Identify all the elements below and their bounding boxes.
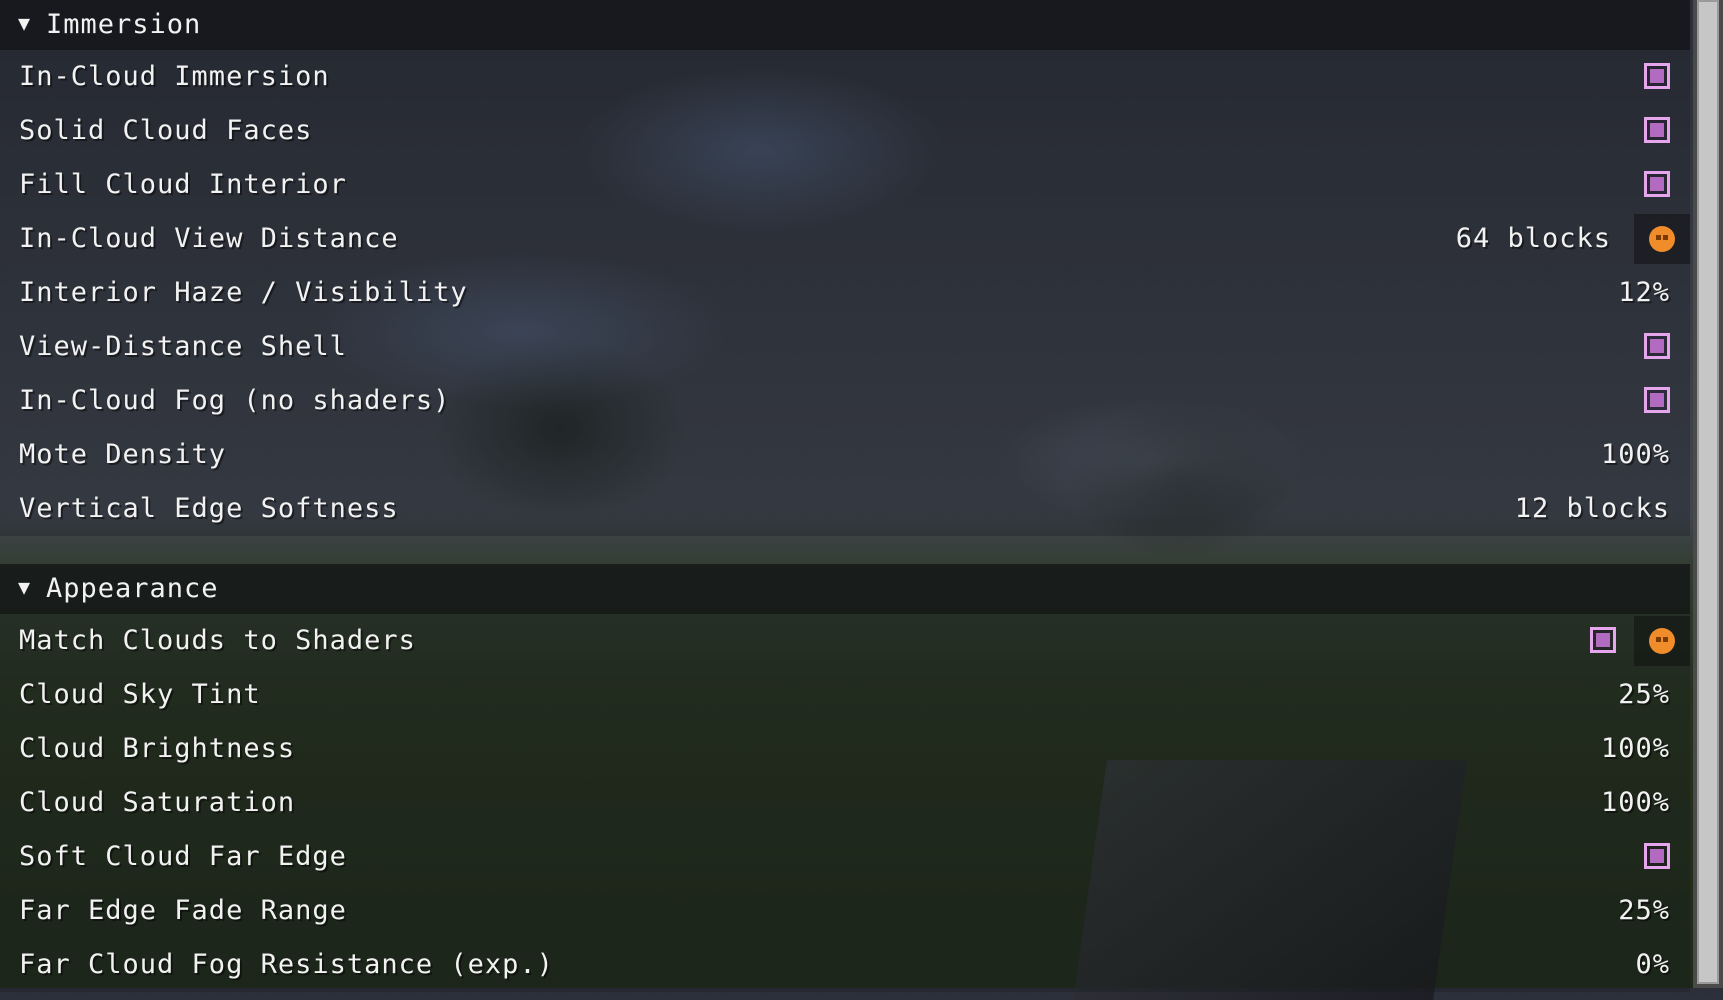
scrollbar-thumb[interactable] <box>1697 0 1719 984</box>
setting-label: In-Cloud Fog (no shaders) <box>19 385 451 416</box>
setting-checkbox[interactable] <box>1644 843 1670 869</box>
reset-button[interactable] <box>1634 214 1690 264</box>
setting-value[interactable]: 12% <box>1618 277 1670 308</box>
setting-label: Far Cloud Fog Resistance (exp.) <box>19 949 554 980</box>
setting-checkbox[interactable] <box>1590 627 1616 653</box>
setting-label: View-Distance Shell <box>19 331 347 362</box>
section-header-immersion[interactable]: ▼ Immersion <box>0 0 1690 50</box>
setting-label: Vertical Edge Softness <box>19 493 399 524</box>
reset-icon <box>1649 226 1675 252</box>
settings-list: ▼ Immersion In-Cloud Immersion Solid Clo… <box>0 0 1690 992</box>
setting-checkbox[interactable] <box>1644 333 1670 359</box>
setting-row-in-cloud-view-distance[interactable]: In-Cloud View Distance 64 blocks <box>0 212 1690 266</box>
setting-label: Cloud Saturation <box>19 787 296 818</box>
setting-row-far-cloud-fog-resistance[interactable]: Far Cloud Fog Resistance (exp.) 0% <box>0 938 1690 992</box>
setting-row-in-cloud-immersion[interactable]: In-Cloud Immersion <box>0 50 1690 104</box>
setting-row-soft-cloud-far-edge[interactable]: Soft Cloud Far Edge <box>0 830 1690 884</box>
setting-label: Far Edge Fade Range <box>19 895 347 926</box>
setting-label: Cloud Sky Tint <box>19 679 261 710</box>
setting-label: In-Cloud View Distance <box>19 223 399 254</box>
setting-label: Match Clouds to Shaders <box>19 625 416 656</box>
setting-value[interactable]: 64 blocks <box>1456 223 1611 254</box>
setting-value[interactable]: 12 blocks <box>1515 493 1670 524</box>
setting-row-solid-cloud-faces[interactable]: Solid Cloud Faces <box>0 104 1690 158</box>
section-title: Immersion <box>46 9 202 40</box>
setting-value[interactable]: 100% <box>1601 787 1670 818</box>
setting-row-fill-cloud-interior[interactable]: Fill Cloud Interior <box>0 158 1690 212</box>
setting-label: Solid Cloud Faces <box>19 115 313 146</box>
scrollbar-track[interactable] <box>1693 0 1723 988</box>
reset-button[interactable] <box>1634 616 1690 666</box>
setting-row-interior-haze[interactable]: Interior Haze / Visibility 12% <box>0 266 1690 320</box>
setting-row-cloud-sky-tint[interactable]: Cloud Sky Tint 25% <box>0 668 1690 722</box>
setting-label: Soft Cloud Far Edge <box>19 841 347 872</box>
setting-label: Fill Cloud Interior <box>19 169 347 200</box>
setting-value[interactable]: 100% <box>1601 439 1670 470</box>
setting-row-view-distance-shell[interactable]: View-Distance Shell <box>0 320 1690 374</box>
triangle-down-icon: ▼ <box>18 11 31 35</box>
setting-label: Interior Haze / Visibility <box>19 277 468 308</box>
setting-row-in-cloud-fog[interactable]: In-Cloud Fog (no shaders) <box>0 374 1690 428</box>
triangle-down-icon: ▼ <box>18 575 31 599</box>
setting-value[interactable]: 100% <box>1601 733 1670 764</box>
setting-checkbox[interactable] <box>1644 63 1670 89</box>
setting-value[interactable]: 0% <box>1635 949 1670 980</box>
setting-label: Cloud Brightness <box>19 733 296 764</box>
setting-checkbox[interactable] <box>1644 171 1670 197</box>
setting-checkbox[interactable] <box>1644 117 1670 143</box>
setting-row-mote-density[interactable]: Mote Density 100% <box>0 428 1690 482</box>
setting-value[interactable]: 25% <box>1618 895 1670 926</box>
section-header-appearance[interactable]: ▼ Appearance <box>0 564 1690 614</box>
reset-icon <box>1649 628 1675 654</box>
setting-row-vertical-edge-softness[interactable]: Vertical Edge Softness 12 blocks <box>0 482 1690 536</box>
setting-value[interactable]: 25% <box>1618 679 1670 710</box>
setting-label: In-Cloud Immersion <box>19 61 330 92</box>
setting-checkbox[interactable] <box>1644 387 1670 413</box>
setting-row-cloud-brightness[interactable]: Cloud Brightness 100% <box>0 722 1690 776</box>
setting-row-far-edge-fade-range[interactable]: Far Edge Fade Range 25% <box>0 884 1690 938</box>
setting-row-match-clouds-to-shaders[interactable]: Match Clouds to Shaders <box>0 614 1690 668</box>
setting-row-cloud-saturation[interactable]: Cloud Saturation 100% <box>0 776 1690 830</box>
setting-label: Mote Density <box>19 439 227 470</box>
section-title: Appearance <box>46 573 219 604</box>
